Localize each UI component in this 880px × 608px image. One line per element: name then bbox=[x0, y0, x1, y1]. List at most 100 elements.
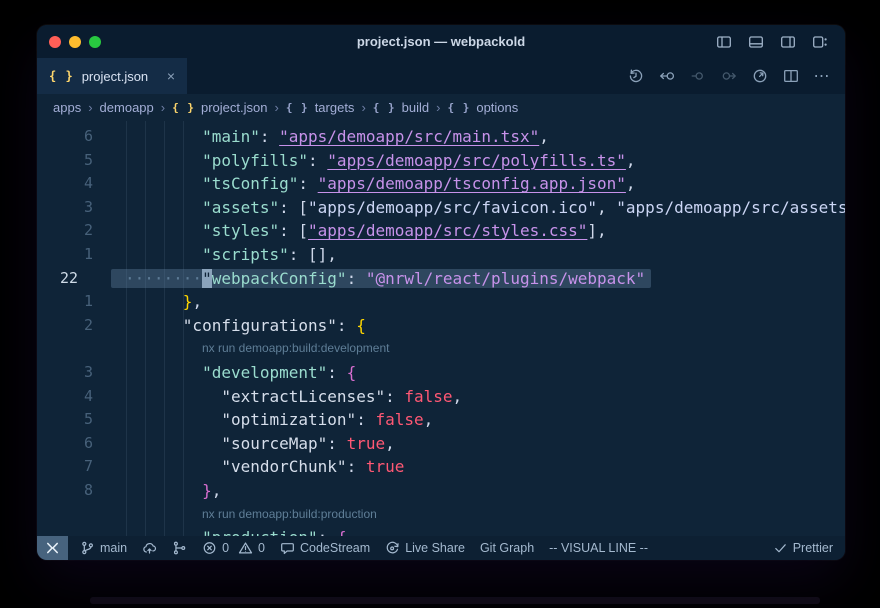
code-text[interactable]: "scripts": [], bbox=[125, 243, 337, 267]
line-number[interactable]: 5 bbox=[37, 149, 107, 173]
toggle-primary-sidebar-icon[interactable] bbox=[715, 33, 733, 51]
line-number[interactable] bbox=[37, 337, 107, 361]
line-number[interactable]: 6 bbox=[37, 432, 107, 456]
token-punc: : bbox=[260, 127, 279, 146]
live-share[interactable]: Live Share bbox=[385, 541, 465, 556]
line-number[interactable]: 2 bbox=[37, 219, 107, 243]
code-text[interactable]: "styles": ["apps/demoapp/src/styles.css"… bbox=[125, 219, 607, 243]
code-text[interactable]: "assets": ["apps/demoapp/src/favicon.ico… bbox=[125, 196, 845, 220]
token-punc: : bbox=[347, 269, 366, 288]
token-ws bbox=[125, 528, 202, 536]
breadcrumb-label: demoapp bbox=[100, 100, 154, 115]
token-key: "polyfills" bbox=[202, 151, 308, 170]
line-number[interactable]: 1 bbox=[37, 243, 107, 267]
line-number[interactable]: 4 bbox=[37, 172, 107, 196]
breadcrumb-item-apps[interactable]: apps bbox=[53, 100, 81, 115]
source-control-graph[interactable] bbox=[172, 541, 187, 556]
breadcrumb-item-options[interactable]: { }options bbox=[447, 100, 518, 115]
minimize-window-button[interactable] bbox=[69, 36, 81, 48]
code-text[interactable]: ········"webpackConfig": "@nrwl/react/pl… bbox=[125, 267, 651, 291]
breadcrumb-item-targets[interactable]: { }targets bbox=[286, 100, 355, 115]
check-icon bbox=[773, 541, 788, 556]
close-tab-icon[interactable]: × bbox=[167, 69, 175, 83]
codestream[interactable]: CodeStream bbox=[280, 541, 370, 556]
token-ws bbox=[125, 221, 202, 240]
code-text[interactable]: "vendorChunk": true bbox=[125, 455, 404, 479]
navigate-forward-icon[interactable] bbox=[720, 67, 738, 85]
line-number[interactable]: 6 bbox=[37, 125, 107, 149]
toggle-secondary-sidebar-icon[interactable] bbox=[779, 33, 797, 51]
breadcrumb-item-build[interactable]: { }build bbox=[373, 100, 429, 115]
token-str: "apps/demoapp/src/favicon.ico" bbox=[308, 198, 597, 217]
token-str: "apps/demoapp/src/assets" bbox=[616, 198, 845, 217]
token-ws bbox=[125, 174, 202, 193]
token-punc: , bbox=[424, 410, 434, 429]
token-ws bbox=[125, 245, 202, 264]
token-punc: : [ bbox=[279, 198, 308, 217]
token-strp: "@nrwl/react/plugins/webpack" bbox=[366, 269, 645, 288]
breadcrumb-separator: › bbox=[161, 100, 165, 115]
code-text[interactable]: "extractLicenses": false, bbox=[125, 385, 462, 409]
remote-indicator[interactable] bbox=[37, 536, 68, 560]
status-bar: main 00 CodeStream Live Share Git Graph -- VI… bbox=[37, 536, 845, 560]
status-label: -- VISUAL LINE -- bbox=[549, 541, 648, 555]
line-number[interactable]: 3 bbox=[37, 361, 107, 385]
run-or-debug-icon[interactable] bbox=[751, 67, 769, 85]
prettier[interactable]: Prettier bbox=[773, 541, 833, 556]
git-branch[interactable]: main bbox=[80, 541, 127, 556]
code-line: 2 "configurations": { bbox=[37, 314, 845, 338]
timeline-history-icon[interactable] bbox=[627, 67, 645, 85]
code-text[interactable]: "development": { bbox=[125, 361, 356, 385]
comment-icon bbox=[280, 541, 295, 556]
codelens-link[interactable]: nx run demoapp:build:development bbox=[202, 337, 389, 361]
more-actions-icon[interactable]: ⋯ bbox=[813, 67, 831, 85]
line-number[interactable]: 2 bbox=[37, 314, 107, 338]
vim-mode[interactable]: -- VISUAL LINE -- bbox=[549, 541, 648, 555]
sync-changes[interactable] bbox=[142, 541, 157, 556]
token-bool: false bbox=[375, 410, 423, 429]
tab-project-json[interactable]: { } project.json × bbox=[37, 58, 187, 94]
tab-label: project.json bbox=[82, 69, 148, 84]
codelens-link[interactable]: nx run demoapp:build:production bbox=[202, 503, 377, 527]
navigate-previous-icon[interactable] bbox=[689, 67, 707, 85]
line-number[interactable]: 22 bbox=[37, 267, 107, 291]
status-bar-left: main 00 CodeStream Live Share Git Graph -- VI… bbox=[68, 541, 648, 556]
token-brY: } bbox=[183, 292, 193, 311]
line-number[interactable]: 5 bbox=[37, 408, 107, 432]
code-text[interactable]: }, bbox=[125, 290, 202, 314]
code-line: 4 "tsConfig": "apps/demoapp/tsconfig.app… bbox=[37, 172, 845, 196]
line-number[interactable]: 4 bbox=[37, 385, 107, 409]
token-punc: : bbox=[327, 434, 346, 453]
token-link: "apps/demoapp/src/styles.css" bbox=[308, 221, 587, 240]
breadcrumb-item-demoapp[interactable]: demoapp bbox=[100, 100, 154, 115]
token-key: "production" bbox=[202, 528, 318, 536]
split-editor-icon[interactable] bbox=[782, 67, 800, 85]
line-number[interactable]: 1 bbox=[37, 290, 107, 314]
code-text[interactable]: "polyfills": "apps/demoapp/src/polyfills… bbox=[125, 149, 636, 173]
code-editor[interactable]: 6 "main": "apps/demoapp/src/main.tsx",5 … bbox=[37, 121, 845, 536]
line-number[interactable] bbox=[37, 526, 107, 536]
toggle-panel-icon[interactable] bbox=[747, 33, 765, 51]
git-graph[interactable]: Git Graph bbox=[480, 541, 534, 555]
code-text[interactable]: "configurations": { bbox=[125, 314, 366, 338]
code-text[interactable]: "production": { bbox=[125, 526, 347, 536]
token-key: webpackConfig" bbox=[212, 269, 347, 288]
line-number[interactable] bbox=[37, 503, 107, 527]
problems[interactable]: 00 bbox=[202, 541, 265, 556]
token-key: "assets" bbox=[202, 198, 279, 217]
code-text[interactable]: "sourceMap": true, bbox=[125, 432, 395, 456]
token-punc: : bbox=[385, 387, 404, 406]
code-text[interactable]: "tsConfig": "apps/demoapp/tsconfig.app.j… bbox=[125, 172, 636, 196]
code-text[interactable]: "optimization": false, bbox=[125, 408, 433, 432]
close-window-button[interactable] bbox=[49, 36, 61, 48]
zoom-window-button[interactable] bbox=[89, 36, 101, 48]
line-number[interactable]: 7 bbox=[37, 455, 107, 479]
breadcrumb-item-project-json[interactable]: { }project.json bbox=[172, 100, 267, 115]
line-number[interactable]: 3 bbox=[37, 196, 107, 220]
json-symbol-icon: { } bbox=[373, 101, 396, 114]
navigate-back-icon[interactable] bbox=[658, 67, 676, 85]
customize-layout-icon[interactable] bbox=[811, 33, 829, 51]
line-number[interactable]: 8 bbox=[37, 479, 107, 503]
code-text[interactable]: }, bbox=[125, 479, 221, 503]
code-text[interactable]: "main": "apps/demoapp/src/main.tsx", bbox=[125, 125, 549, 149]
